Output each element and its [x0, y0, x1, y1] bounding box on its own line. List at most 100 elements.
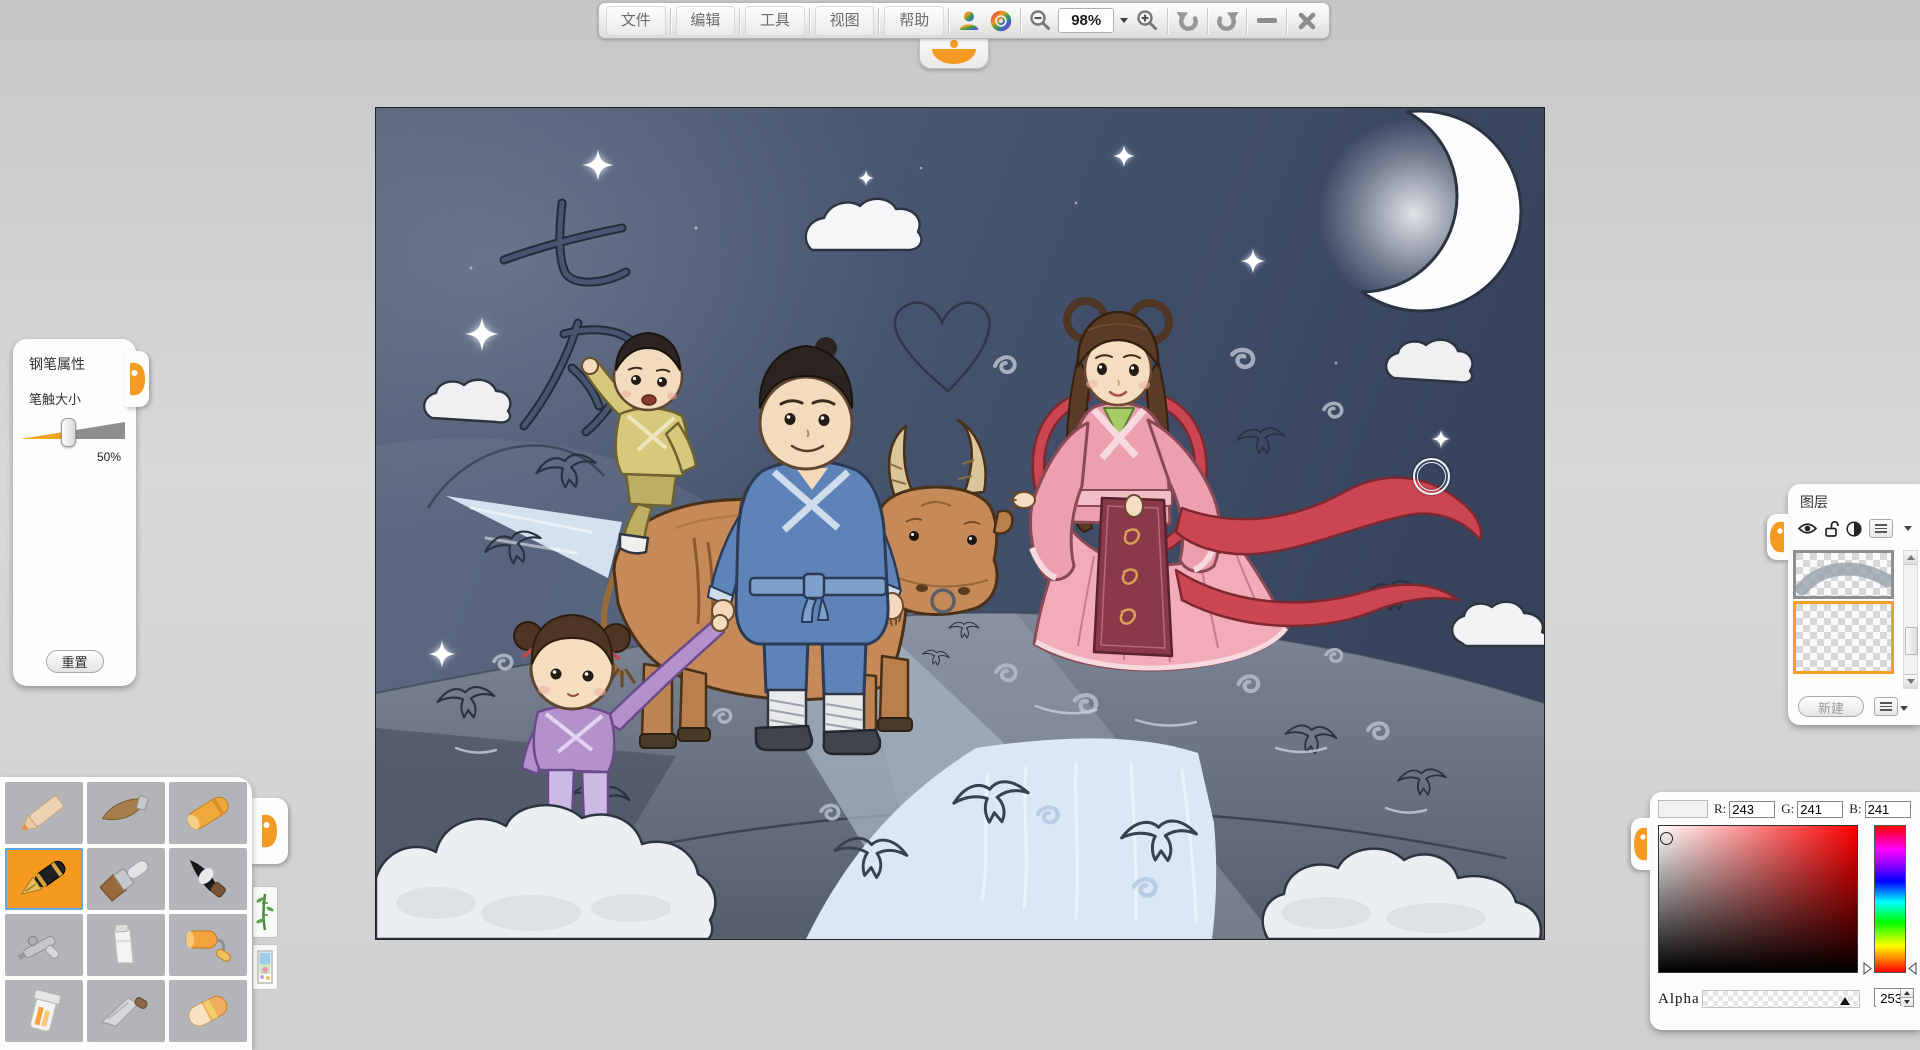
tool-wood-pen[interactable]: [87, 782, 165, 844]
toolbar-separator: [1166, 7, 1169, 34]
brush-size-value: 50%: [96, 450, 121, 464]
tool-eraser[interactable]: [169, 980, 247, 1042]
hue-marker-left[interactable]: [1863, 962, 1872, 975]
zoom-in-icon[interactable]: [1132, 6, 1164, 36]
tool-fountain-pen[interactable]: [5, 848, 83, 910]
brush-size-slider-handle[interactable]: [61, 418, 76, 447]
g-input[interactable]: [1797, 800, 1844, 818]
panel-handle-icon: [130, 362, 145, 396]
panel-handle-icon: [1770, 521, 1784, 553]
tool-grid: [5, 782, 252, 1042]
pen-properties-panel: 钢笔属性 笔触大小 50% 重置: [13, 339, 149, 686]
layer-list: [1793, 550, 1894, 689]
unlock-icon[interactable]: [1824, 520, 1839, 537]
alpha-label: Alpha: [1658, 991, 1700, 1007]
menu-file[interactable]: 文件: [606, 5, 666, 36]
menu-tools[interactable]: 工具: [745, 5, 805, 36]
color-picker-panel: R: G: B: Alpha: [1631, 792, 1920, 1030]
brush-cursor: [1413, 458, 1450, 495]
toolbar-separator: [1206, 7, 1209, 34]
layers-panel: 图层 新建: [1767, 484, 1920, 725]
scroll-down-icon[interactable]: [1904, 674, 1917, 688]
layer-item-sketch[interactable]: [1793, 550, 1894, 599]
alpha-spinner: [1874, 988, 1914, 1007]
b-label: B:: [1849, 801, 1862, 816]
b-input[interactable]: [1864, 800, 1911, 818]
sv-cursor[interactable]: [1660, 832, 1673, 845]
tool-paint-jar[interactable]: [5, 980, 83, 1042]
menu-edit[interactable]: 编辑: [675, 5, 736, 36]
toolbar-separator: [808, 7, 811, 34]
r-input[interactable]: [1729, 800, 1776, 818]
zoom-out-icon[interactable]: [1025, 6, 1057, 36]
panel-handle-icon: [1633, 827, 1647, 861]
toolbar-separator: [1019, 7, 1022, 34]
saturation-value-picker[interactable]: [1658, 825, 1858, 973]
hue-slider[interactable]: [1874, 825, 1906, 973]
layer-thumbnail: [1795, 562, 1894, 596]
tool-paint-roller[interactable]: [169, 914, 247, 976]
tool-paint-bottle[interactable]: [87, 914, 165, 976]
pen-panel-handle[interactable]: [125, 351, 149, 407]
layers-panel-handle[interactable]: [1767, 514, 1789, 560]
r-label: R:: [1714, 801, 1727, 816]
current-color-swatch: [1658, 800, 1708, 818]
close-icon[interactable]: [1291, 6, 1323, 36]
undo-icon[interactable]: [1172, 6, 1204, 36]
tool-palette-knife[interactable]: [87, 980, 165, 1042]
new-layer-button[interactable]: 新建: [1798, 696, 1864, 717]
bamboo-icon: [256, 893, 274, 931]
application-window: 文件 编辑 工具 视图 帮助 98% 钢笔属性 笔触大小 50% 重置 图层 新…: [0, 0, 1920, 1050]
eye-icon[interactable]: [1798, 522, 1817, 535]
scroll-up-icon[interactable]: [1904, 551, 1917, 565]
alpha-increment-icon[interactable]: [1900, 989, 1913, 998]
logo-dot-icon: [950, 40, 958, 48]
tool-flat-brush[interactable]: [87, 848, 165, 910]
layer-item-selected[interactable]: [1793, 601, 1894, 674]
contrast-icon[interactable]: [1846, 520, 1862, 537]
rainbow-user-icon[interactable]: [953, 6, 985, 36]
canvas-artwork: [376, 108, 1544, 939]
tool-airbrush[interactable]: [5, 914, 83, 976]
scrollbar-thumb[interactable]: [1905, 627, 1918, 655]
minimize-icon[interactable]: [1251, 6, 1283, 36]
logo-smile-icon: [932, 49, 976, 64]
brush-size-slider[interactable]: [21, 417, 128, 447]
reset-button[interactable]: 重置: [45, 650, 104, 673]
color-panel-handle[interactable]: [1631, 818, 1651, 870]
tool-palette-handle[interactable]: [250, 798, 288, 864]
alpha-slider[interactable]: [1702, 990, 1860, 1008]
bamboo-stamp-button[interactable]: [252, 886, 278, 938]
picture-icon: [257, 950, 273, 984]
layers-options-caret[interactable]: [1900, 706, 1908, 711]
toolbar-separator: [948, 7, 951, 34]
menu-view[interactable]: 视图: [814, 5, 875, 36]
toolbar-separator: [878, 7, 881, 34]
tool-ink-brush[interactable]: [169, 848, 247, 910]
tool-palette-panel: [0, 777, 252, 1050]
pen-panel-title: 钢笔属性: [29, 356, 85, 372]
alpha-marker[interactable]: [1840, 997, 1850, 1005]
zoom-level-value[interactable]: 98%: [1058, 8, 1115, 33]
menu-help[interactable]: 帮助: [884, 5, 945, 36]
zoom-dropdown-caret[interactable]: [1120, 18, 1129, 23]
hue-marker-right[interactable]: [1908, 962, 1917, 975]
layers-options-button[interactable]: [1874, 697, 1898, 716]
layers-panel-title: 图层: [1800, 494, 1828, 510]
picture-stamp-button[interactable]: [252, 944, 278, 990]
layer-menu-caret[interactable]: [1904, 526, 1912, 531]
layer-menu-button[interactable]: [1869, 519, 1893, 538]
tool-pencil[interactable]: [5, 782, 83, 844]
toolbar-separator: [1246, 7, 1249, 34]
tool-crayon[interactable]: [169, 782, 247, 844]
g-label: G:: [1781, 801, 1795, 816]
main-toolbar: 文件 编辑 工具 视图 帮助 98%: [598, 2, 1330, 39]
drawing-canvas[interactable]: [375, 107, 1545, 940]
rainbow-globe-icon[interactable]: [985, 6, 1017, 36]
layers-scrollbar[interactable]: [1903, 550, 1918, 689]
redo-icon[interactable]: [1212, 6, 1244, 36]
app-logo-handle[interactable]: [919, 38, 989, 69]
toolbar-separator: [1286, 7, 1289, 34]
alpha-decrement-icon[interactable]: [1900, 998, 1913, 1006]
toolbar-separator: [739, 7, 742, 34]
